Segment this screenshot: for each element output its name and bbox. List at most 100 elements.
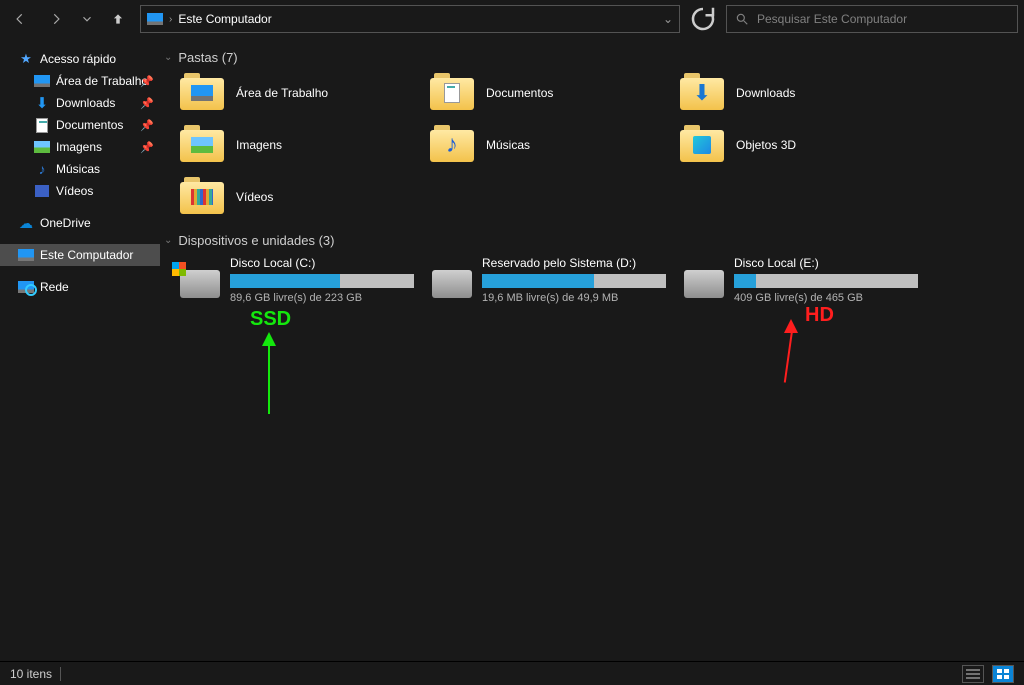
drive-name: Disco Local (C:) <box>230 256 414 270</box>
folders-grid: Área de Trabalho Documentos ⬇ Downloads … <box>160 73 1024 217</box>
main-area: ★ Acesso rápido Área de Trabalho 📌 ⬇ Dow… <box>0 38 1024 661</box>
chevron-down-icon: ⌄ <box>164 235 172 246</box>
folder-music[interactable]: ♪ Músicas <box>430 125 680 165</box>
folder-downloads[interactable]: ⬇ Downloads <box>680 73 930 113</box>
folder-label: Músicas <box>486 138 530 152</box>
sidebar-label: Acesso rápido <box>40 52 116 66</box>
sidebar-item-images[interactable]: Imagens 📌 <box>0 136 160 158</box>
arrow-line <box>268 344 270 414</box>
image-icon <box>34 141 50 153</box>
sidebar-quick-access[interactable]: ★ Acesso rápido <box>0 48 160 70</box>
search-placeholder: Pesquisar Este Computador <box>757 12 907 26</box>
address-bar[interactable]: › Este Computador ⌄ <box>140 5 680 33</box>
status-item-count: 10 itens <box>10 667 52 681</box>
sidebar-label: Rede <box>40 280 69 294</box>
nav-back-button[interactable] <box>6 5 34 33</box>
sidebar-label: Vídeos <box>56 184 93 198</box>
folder-label: Documentos <box>486 86 553 100</box>
pin-icon: 📌 <box>140 75 154 88</box>
folder-icon: ⬇ <box>680 73 724 113</box>
sidebar-item-desktop[interactable]: Área de Trabalho 📌 <box>0 70 160 92</box>
folder-label: Vídeos <box>236 190 273 204</box>
search-icon <box>735 12 749 26</box>
folder-label: Objetos 3D <box>736 138 796 152</box>
sidebar-item-documents[interactable]: Documentos 📌 <box>0 114 160 136</box>
pin-icon: 📌 <box>140 141 154 154</box>
sidebar-network[interactable]: Rede <box>0 276 160 298</box>
network-icon <box>18 281 34 293</box>
drive-e[interactable]: Disco Local (E:) 409 GB livre(s) de 465 … <box>684 256 936 304</box>
address-location: Este Computador <box>178 12 271 26</box>
sidebar-label: Downloads <box>56 96 115 110</box>
sidebar-item-music[interactable]: ♪ Músicas <box>0 158 160 180</box>
sidebar-item-downloads[interactable]: ⬇ Downloads 📌 <box>0 92 160 114</box>
drive-usage-bar <box>734 274 918 288</box>
pin-icon: 📌 <box>140 119 154 132</box>
sidebar-label: OneDrive <box>40 216 91 230</box>
folder-images[interactable]: Imagens <box>180 125 430 165</box>
folder-icon <box>180 125 224 165</box>
chevron-down-icon: ⌄ <box>164 52 172 63</box>
star-icon: ★ <box>18 51 34 67</box>
drive-icon <box>684 270 724 298</box>
pin-icon: 📌 <box>140 97 154 110</box>
sidebar-label: Imagens <box>56 140 102 154</box>
nav-up-button[interactable] <box>104 5 132 33</box>
sidebar-onedrive[interactable]: ☁ OneDrive <box>0 212 160 234</box>
drive-usage-bar <box>482 274 666 288</box>
nav-forward-button[interactable] <box>42 5 70 33</box>
folder-3d-objects[interactable]: Objetos 3D <box>680 125 930 165</box>
document-icon <box>36 118 48 133</box>
sidebar-label: Área de Trabalho <box>56 74 148 88</box>
sidebar-item-videos[interactable]: Vídeos <box>0 180 160 202</box>
sidebar-label: Documentos <box>56 118 123 132</box>
video-icon <box>35 185 49 197</box>
cloud-icon: ☁ <box>18 215 34 231</box>
folder-videos[interactable]: Vídeos <box>180 177 430 217</box>
drive-d[interactable]: Reservado pelo Sistema (D:) 19,6 MB livr… <box>432 256 684 304</box>
folder-icon <box>180 73 224 113</box>
sidebar-this-pc[interactable]: Este Computador <box>0 244 160 266</box>
view-large-icons-button[interactable] <box>992 665 1014 683</box>
search-box[interactable]: Pesquisar Este Computador <box>726 5 1018 33</box>
nav-recent-dropdown[interactable] <box>78 5 96 33</box>
folders-section-header[interactable]: ⌄ Pastas (7) <box>160 46 1024 73</box>
drive-usage-bar <box>230 274 414 288</box>
drives-grid: Disco Local (C:) 89,6 GB livre(s) de 223… <box>160 256 1024 304</box>
refresh-button[interactable] <box>688 5 718 33</box>
status-divider <box>60 667 61 681</box>
drives-section-header[interactable]: ⌄ Dispositivos e unidades (3) <box>160 229 1024 256</box>
folder-icon <box>180 177 224 217</box>
folder-label: Área de Trabalho <box>236 86 328 100</box>
drive-icon <box>180 270 220 298</box>
folder-documents[interactable]: Documentos <box>430 73 680 113</box>
annotation-ssd: SSD <box>250 308 291 331</box>
this-pc-icon <box>18 249 34 261</box>
drive-c[interactable]: Disco Local (C:) 89,6 GB livre(s) de 223… <box>180 256 432 304</box>
music-icon: ♪ <box>34 161 50 177</box>
download-icon: ⬇ <box>34 95 50 111</box>
this-pc-icon <box>147 13 163 25</box>
drive-name: Reservado pelo Sistema (D:) <box>482 256 666 270</box>
section-title: Pastas (7) <box>178 50 237 65</box>
annotation-hd: HD <box>805 304 834 327</box>
drive-free-text: 89,6 GB livre(s) de 223 GB <box>230 292 414 304</box>
status-bar: 10 itens <box>0 661 1024 685</box>
folder-icon <box>680 125 724 165</box>
sidebar-label: Este Computador <box>40 248 133 262</box>
folder-icon: ♪ <box>430 125 474 165</box>
navigation-pane: ★ Acesso rápido Área de Trabalho 📌 ⬇ Dow… <box>0 38 160 661</box>
chevron-right-icon: › <box>169 14 172 25</box>
view-details-button[interactable] <box>962 665 984 683</box>
folder-desktop[interactable]: Área de Trabalho <box>180 73 430 113</box>
folder-label: Downloads <box>736 86 795 100</box>
folder-icon <box>430 73 474 113</box>
chevron-down-icon[interactable]: ⌄ <box>663 12 673 26</box>
drive-icon <box>432 270 472 298</box>
drive-free-text: 19,6 MB livre(s) de 49,9 MB <box>482 292 666 304</box>
drive-name: Disco Local (E:) <box>734 256 918 270</box>
desktop-icon <box>34 75 50 87</box>
content-pane: ⌄ Pastas (7) Área de Trabalho Documentos… <box>160 38 1024 661</box>
arrow-head-icon <box>784 319 798 333</box>
sidebar-label: Músicas <box>56 162 100 176</box>
